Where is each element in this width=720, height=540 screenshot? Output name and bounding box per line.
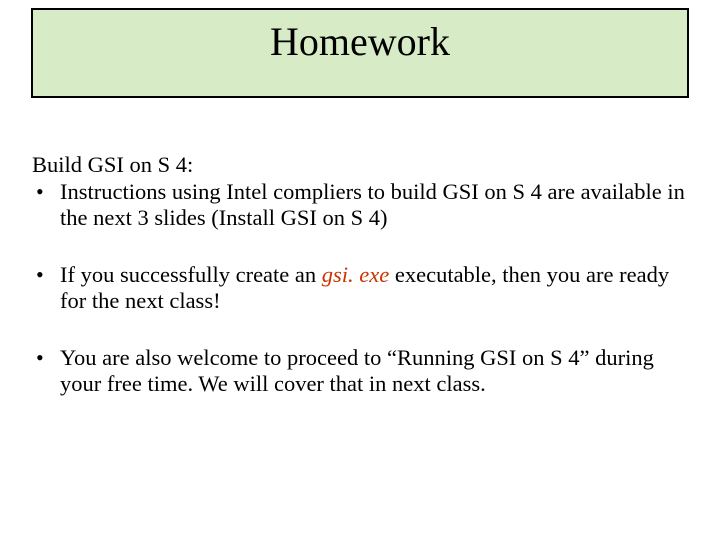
- highlight-text: gsi. exe: [322, 262, 389, 287]
- bullet-list: If you successfully create an gsi. exe e…: [32, 262, 688, 398]
- slide-title: Homework: [270, 18, 450, 65]
- slide: Homework Build GSI on S 4: Instructions …: [0, 0, 720, 540]
- bullet-item: If you successfully create an gsi. exe e…: [32, 262, 688, 315]
- content-area: Build GSI on S 4: Instructions using Int…: [30, 152, 690, 398]
- bullet-list: Instructions using Intel compliers to bu…: [32, 179, 688, 232]
- bullet-text-pre: If you successfully create an: [60, 262, 322, 287]
- title-box: Homework: [31, 8, 689, 98]
- intro-text: Build GSI on S 4:: [32, 152, 688, 179]
- bullet-item: You are also welcome to proceed to “Runn…: [32, 345, 688, 398]
- spacer: [32, 232, 688, 262]
- bullet-text: Instructions using Intel compliers to bu…: [60, 179, 685, 231]
- bullet-text: You are also welcome to proceed to “Runn…: [60, 345, 654, 397]
- bullet-item: Instructions using Intel compliers to bu…: [32, 179, 688, 232]
